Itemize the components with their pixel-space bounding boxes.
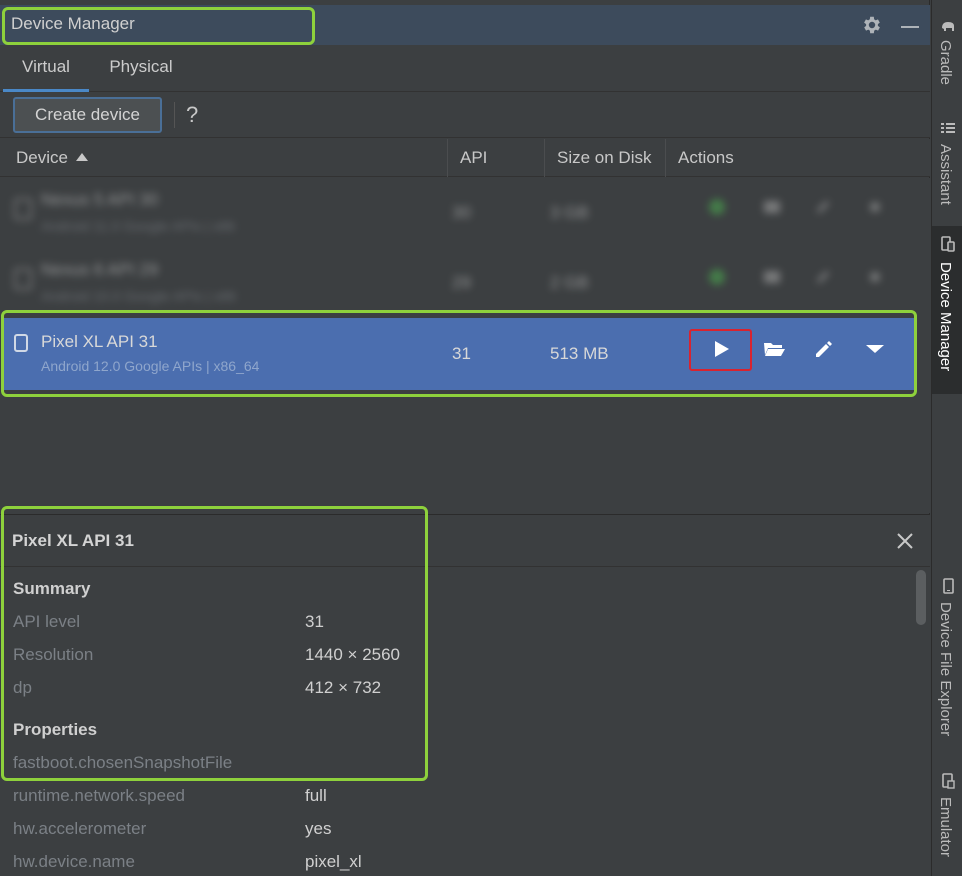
edit-icon[interactable] xyxy=(812,196,842,226)
sort-ascending-icon xyxy=(75,153,88,161)
device-subtitle: Android 11.0 Google APIs | x86 xyxy=(41,218,236,234)
phone-icon xyxy=(940,578,956,594)
sidebar-label: Emulator xyxy=(937,797,954,858)
column-header-size[interactable]: Size on Disk xyxy=(545,139,666,177)
table-header: Device API Size on Disk Actions xyxy=(0,139,930,177)
tab-physical[interactable]: Physical xyxy=(96,45,186,92)
highlight-title xyxy=(2,7,315,45)
column-header-api[interactable]: API xyxy=(448,139,545,177)
play-icon[interactable] xyxy=(706,196,736,226)
property-value: pixel_xl xyxy=(305,852,362,871)
device-size: 2 GB xyxy=(550,273,589,292)
property-key: hw.device.name xyxy=(13,852,135,871)
sidebar-item-device-file-explorer[interactable]: Device File Explorer xyxy=(932,570,962,750)
device-name: Nexus 6 API 29 xyxy=(41,260,159,279)
sidebar-label: Device File Explorer xyxy=(937,602,954,737)
device-icon xyxy=(14,198,32,220)
column-label-device: Device xyxy=(16,148,68,167)
property-key: runtime.network.speed xyxy=(13,786,185,805)
edit-icon[interactable] xyxy=(812,266,842,296)
minimize-icon[interactable] xyxy=(901,26,919,28)
details-scrollbar[interactable] xyxy=(916,570,926,625)
device-api: 29 xyxy=(452,273,471,292)
list-icon xyxy=(940,120,956,136)
property-key: hw.accelerometer xyxy=(13,819,147,838)
device-size: 3 GB xyxy=(550,203,589,222)
tab-bar: Virtual Physical xyxy=(0,45,930,92)
sidebar-item-emulator[interactable]: Emulator xyxy=(932,765,962,865)
chevron-down-icon[interactable] xyxy=(864,266,894,296)
table-row[interactable]: Nexus 6 API 29 Android 10.0 Google APIs … xyxy=(4,248,916,318)
chevron-down-icon[interactable] xyxy=(864,196,894,226)
tab-virtual[interactable]: Virtual xyxy=(3,45,89,92)
sidebar-item-gradle[interactable]: Gradle xyxy=(932,10,962,100)
sidebar-label: Assistant xyxy=(937,144,954,205)
elephant-icon xyxy=(940,18,956,34)
devices-icon xyxy=(940,236,956,252)
device-api: 30 xyxy=(452,203,471,222)
folder-icon[interactable] xyxy=(761,196,791,226)
toolbar: Create device ? xyxy=(0,92,930,138)
column-header-device[interactable]: Device xyxy=(4,139,448,177)
emulator-icon xyxy=(940,773,956,789)
sidebar-item-assistant[interactable]: Assistant xyxy=(932,112,962,212)
highlight-selected-row xyxy=(1,310,917,397)
column-header-actions: Actions xyxy=(678,148,734,167)
close-icon[interactable] xyxy=(893,529,917,553)
right-tool-sidebar: Gradle Assistant Device Manager Device F… xyxy=(931,0,962,876)
sidebar-label: Gradle xyxy=(937,40,954,86)
highlight-details xyxy=(1,506,428,781)
help-button[interactable]: ? xyxy=(186,102,198,128)
sidebar-label: Device Manager xyxy=(937,262,954,372)
property-value: full xyxy=(305,786,327,805)
gear-icon[interactable] xyxy=(861,14,883,36)
device-manager-panel: Device Manager Virtual Physical Create d… xyxy=(0,0,930,876)
table-row[interactable]: Nexus 5 API 30 Android 11.0 Google APIs … xyxy=(4,178,916,248)
play-icon[interactable] xyxy=(706,266,736,296)
device-name: Nexus 5 API 30 xyxy=(41,190,159,209)
property-value: yes xyxy=(305,819,332,838)
folder-icon[interactable] xyxy=(761,266,791,296)
sidebar-item-device-manager[interactable]: Device Manager xyxy=(932,226,962,394)
device-subtitle: Android 10.0 Google APIs | x86 xyxy=(41,288,237,304)
create-device-button[interactable]: Create device xyxy=(13,97,162,133)
toolbar-separator xyxy=(174,102,175,128)
device-icon xyxy=(14,268,32,290)
